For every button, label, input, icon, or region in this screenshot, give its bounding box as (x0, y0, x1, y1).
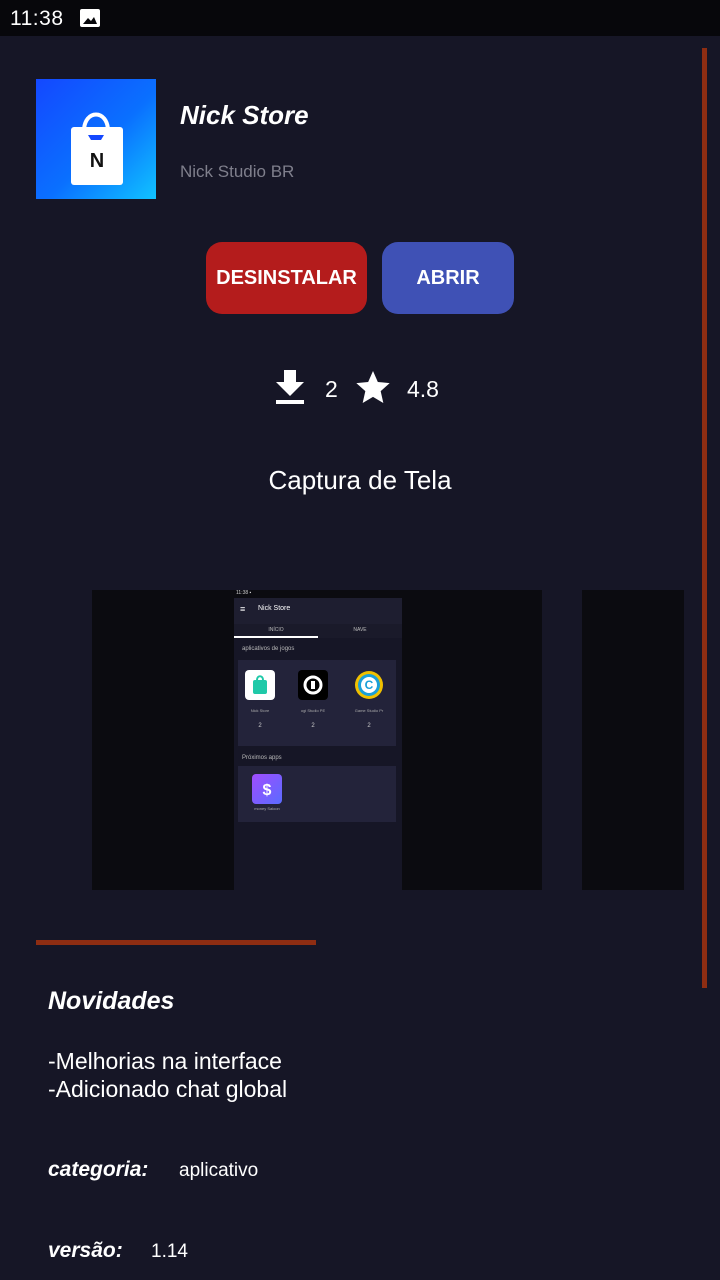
preview-app-bar: ≡ Nick Store (234, 598, 402, 624)
status-time: 11:38 (10, 7, 64, 30)
version-label: versão: (48, 1239, 123, 1262)
preview-tab: NAVE (318, 624, 402, 638)
screenshot-thumbnail[interactable] (582, 590, 684, 890)
preview-app-icon: $ (252, 774, 282, 804)
svg-text:C: C (365, 678, 374, 692)
category-value: aplicativo (179, 1160, 259, 1181)
preview-section-heading: aplicativos de jogos (242, 646, 295, 652)
screenshot-thumbnail[interactable]: 11:38 ▪ ≡ Nick Store INÍCIO NAVE aplicat… (92, 590, 542, 890)
open-button[interactable]: ABRIR (382, 242, 514, 314)
preview-app-card: C Nick Store ogi Studio PE Game Studio P… (238, 660, 396, 746)
screenshot-preview: 11:38 ▪ ≡ Nick Store INÍCIO NAVE aplicat… (234, 590, 402, 890)
star-icon (356, 371, 390, 403)
preview-title: Nick Store (258, 605, 291, 612)
preview-app-icon: C (354, 670, 384, 700)
svg-text:$: $ (263, 782, 272, 799)
changelog-title: Novidades (48, 987, 175, 1015)
preview-app-downloads: 2 (258, 723, 262, 729)
preview-menu-icon: ≡ (240, 604, 246, 614)
preview-app-icon (298, 670, 328, 700)
screenshots-title: Captura de Tela (268, 465, 452, 495)
version-value: 1.14 (151, 1241, 188, 1262)
preview-app-card: $ money Saloon (238, 766, 396, 822)
download-icon (276, 370, 304, 404)
image-icon (80, 9, 100, 27)
section-divider (36, 940, 316, 945)
changelog-line: -Adicionado chat global (48, 1076, 288, 1102)
app-name: Nick Store (180, 100, 309, 130)
scrollbar[interactable] (702, 48, 707, 988)
preview-status-bar: 11:38 ▪ (234, 590, 402, 598)
download-count: 2 (325, 376, 338, 402)
rating-value: 4.8 (407, 376, 439, 402)
preview-app-icon (245, 670, 275, 700)
app-icon: N (36, 79, 156, 199)
developer-name[interactable]: Nick Studio BR (180, 162, 294, 182)
preview-status-time: 11:38 ▪ (236, 590, 252, 596)
category-label: categoria: (48, 1158, 149, 1181)
preview-tab: INÍCIO (234, 624, 318, 638)
shopping-bag-icon: N (71, 112, 123, 185)
preview-section-heading: Próximos apps (242, 755, 282, 761)
status-bar: 11:38 (0, 0, 720, 36)
preview-app-name: Nick Store (250, 708, 270, 713)
changelog-line: -Melhorias na interface (48, 1048, 282, 1074)
preview-app-name: Game Studio Pr (354, 708, 384, 713)
preview-app-downloads: 2 (367, 723, 371, 729)
app-icon-letter: N (90, 150, 104, 172)
preview-app-name: ogi Studio PE (300, 708, 326, 713)
uninstall-button[interactable]: DESINSTALAR (206, 242, 367, 314)
preview-app-downloads: 2 (311, 723, 315, 729)
preview-app-name: money Saloon (254, 806, 280, 811)
